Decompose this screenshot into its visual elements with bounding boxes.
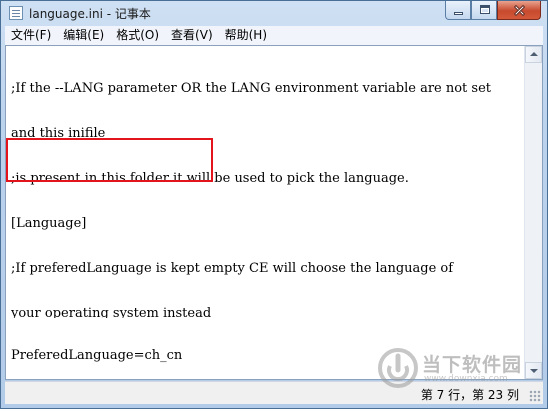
menu-bar: 文件(F) 编辑(E) 格式(O) 查看(V) 帮助(H) <box>5 26 543 45</box>
text-line: ;If the --LANG parameter OR the LANG env… <box>11 81 492 96</box>
watermark-logo-icon <box>378 348 418 388</box>
minimize-icon <box>446 1 470 19</box>
notepad-icon[interactable] <box>9 6 23 20</box>
menu-edit[interactable]: 编辑(E) <box>57 26 110 45</box>
menu-view[interactable]: 查看(V) <box>165 26 219 45</box>
menu-file[interactable]: 文件(F) <box>5 26 57 45</box>
minimize-button[interactable] <box>445 1 471 20</box>
window-title: language.ini - 记事本 <box>29 7 151 21</box>
maximize-icon <box>472 1 496 19</box>
close-icon <box>498 1 540 19</box>
title-bar[interactable]: language.ini - 记事本 <box>1 1 547 25</box>
watermark-name: 当下软件园 <box>422 354 523 376</box>
vertical-scrollbar[interactable] <box>524 46 542 379</box>
text-editor[interactable]: ;If the --LANG parameter OR the LANG env… <box>5 45 543 380</box>
watermark-url: www.downxia.com <box>424 374 508 384</box>
text-line: ;If preferedLanguage is kept empty CE wi… <box>11 261 454 276</box>
close-button[interactable] <box>497 1 541 20</box>
text-line: your operating system instead <box>11 306 212 318</box>
text-content[interactable]: ;If the --LANG parameter OR the LANG env… <box>11 51 520 377</box>
text-line: [Language] <box>11 216 87 231</box>
menu-format[interactable]: 格式(O) <box>110 26 165 45</box>
watermark: 当下软件园 www.downxia.com <box>378 348 538 394</box>
scroll-up-arrow-icon[interactable] <box>525 46 542 63</box>
maximize-button[interactable] <box>471 1 497 20</box>
red-highlight-box <box>6 138 213 182</box>
caption-buttons <box>445 1 541 21</box>
menu-help[interactable]: 帮助(H) <box>219 26 273 45</box>
